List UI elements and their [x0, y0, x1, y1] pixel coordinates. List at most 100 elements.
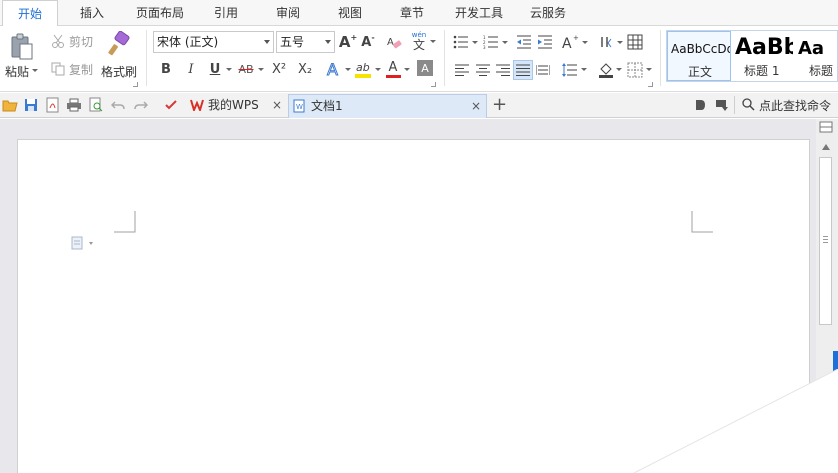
tab-references[interactable]: 引用 [198, 0, 254, 26]
distributed-button[interactable] [535, 62, 551, 78]
change-case-dropdown-icon[interactable] [582, 41, 588, 44]
tab-insert[interactable]: 插入 [64, 0, 120, 26]
redo-icon[interactable] [133, 97, 149, 113]
font-color-icon: A [388, 60, 398, 75]
highlight-dropdown-icon[interactable] [375, 68, 381, 71]
highlight-button[interactable]: ab [353, 58, 373, 80]
new-tab-button[interactable]: + [492, 93, 507, 117]
char-shading-button[interactable]: A [417, 60, 433, 76]
table-button[interactable] [626, 33, 644, 51]
style-heading[interactable]: Aa 标题 [795, 31, 837, 81]
tab-document-1[interactable]: W 文档1 × [288, 94, 487, 118]
text-effect-button[interactable]: A [324, 59, 344, 79]
undo-icon[interactable] [110, 97, 126, 113]
tab-developer[interactable]: 开发工具 [448, 0, 510, 26]
scrollbar-thumb[interactable] [819, 157, 832, 325]
pinyin-guide-button[interactable]: wén 文 [410, 29, 428, 53]
search-label: 点此查找命令 [759, 99, 832, 113]
cut-button[interactable]: 剪切 [69, 33, 93, 50]
open-folder-icon[interactable] [2, 97, 18, 113]
tab-my-wps[interactable]: 我的WPS × [186, 94, 286, 118]
paragraph-shading-button[interactable] [597, 60, 615, 80]
justify-button[interactable] [513, 60, 533, 80]
doc-pin-icon[interactable] [714, 97, 730, 113]
align-right-button[interactable] [495, 62, 511, 78]
pinyin-dropdown-icon[interactable] [430, 40, 436, 43]
customize-toolbar-icon[interactable] [163, 97, 179, 113]
tab-cloud-services[interactable]: 云服务 [520, 0, 576, 26]
numbering-button[interactable]: 123 [482, 34, 500, 50]
print-icon[interactable] [66, 97, 82, 113]
paragraph-mark-button[interactable] [598, 33, 616, 51]
clipboard-dialog-launcher[interactable] [133, 82, 138, 87]
align-center-button[interactable] [475, 62, 491, 78]
bold-button[interactable]: B [157, 59, 175, 79]
close-icon[interactable]: × [471, 95, 481, 117]
text-effect-dropdown-icon[interactable] [345, 68, 351, 71]
clear-format-button[interactable]: A [385, 32, 403, 52]
numbering-dropdown-icon[interactable] [502, 41, 508, 44]
font-family-select[interactable]: 宋体 (正文) [153, 31, 274, 53]
command-search[interactable]: 点此查找命令 [740, 93, 838, 117]
format-painter-icon[interactable] [106, 30, 132, 58]
underline-button[interactable]: U [206, 59, 224, 79]
copy-button[interactable]: 复制 [69, 61, 93, 78]
paste-button[interactable] [8, 32, 36, 62]
doc-helper-icon[interactable] [692, 97, 708, 113]
decrease-indent-button[interactable] [516, 34, 532, 50]
change-case-button[interactable]: A + [561, 32, 581, 52]
paste-label[interactable]: 粘贴 [5, 63, 29, 80]
italic-button[interactable]: I [182, 59, 200, 79]
font-color-button[interactable]: A [384, 58, 402, 80]
font-dialog-launcher[interactable] [431, 82, 436, 87]
bullets-button[interactable] [452, 34, 470, 50]
paragraph-dialog-launcher[interactable] [648, 82, 653, 87]
copy-icon[interactable] [50, 61, 66, 77]
line-spacing-button[interactable] [561, 62, 579, 78]
subscript-button[interactable]: X₂ [294, 59, 316, 79]
borders-dropdown-icon[interactable] [646, 68, 652, 71]
clear-format-icon: A [387, 37, 402, 49]
save-icon[interactable] [23, 97, 39, 113]
menu-bar: 开始 插入 页面布局 引用 审阅 视图 章节 开发工具 云服务 [0, 0, 838, 27]
format-painter-button[interactable]: 格式刷 [101, 63, 137, 80]
grow-font-button[interactable]: A + [339, 32, 357, 52]
tab-home[interactable]: 开始 [2, 0, 58, 27]
strikethrough-dropdown-icon[interactable] [258, 68, 264, 71]
line-spacing-icon [562, 63, 577, 77]
print-preview-icon[interactable] [88, 97, 104, 113]
scroll-up-icon[interactable] [819, 141, 833, 153]
style-normal[interactable]: AaBbCcDd 正文 [667, 31, 731, 81]
bullets-dropdown-icon[interactable] [472, 41, 478, 44]
bulleted-list-icon [453, 35, 468, 49]
strikethrough-button[interactable]: AB [235, 59, 257, 79]
font-color-dropdown-icon[interactable] [404, 68, 410, 71]
style-heading-1[interactable]: AaBb 标题 1 [733, 31, 793, 81]
close-icon[interactable]: × [272, 94, 282, 116]
increase-indent-button[interactable] [537, 34, 553, 50]
superscript-button[interactable]: X² [268, 59, 290, 79]
tab-bar: 我的WPS × W 文档1 × + 点此查找命令 [0, 93, 838, 118]
tab-view[interactable]: 视图 [322, 0, 378, 26]
split-view-icon[interactable] [819, 121, 833, 133]
align-left-icon [455, 64, 469, 76]
paragraph-mark-dropdown-icon[interactable] [617, 41, 623, 44]
tab-review[interactable]: 审阅 [260, 0, 316, 26]
tab-chapter[interactable]: 章节 [384, 0, 440, 26]
shrink-font-button[interactable]: A- [359, 32, 377, 52]
chevron-down-icon [325, 40, 331, 44]
cut-icon[interactable] [50, 33, 66, 49]
svg-text:3: 3 [483, 45, 486, 49]
tab-label: 文档1 [311, 99, 343, 113]
paragraph-layout-icon[interactable] [71, 236, 97, 250]
shading-dropdown-icon[interactable] [616, 68, 622, 71]
font-size-select[interactable]: 五号 [276, 31, 335, 53]
align-left-button[interactable] [454, 62, 470, 78]
underline-dropdown-icon[interactable] [226, 68, 232, 71]
export-pdf-icon[interactable] [45, 97, 61, 113]
paste-icon [11, 33, 33, 60]
line-spacing-dropdown-icon[interactable] [581, 68, 587, 71]
tab-page-layout[interactable]: 页面布局 [128, 0, 192, 26]
borders-button[interactable] [626, 61, 644, 79]
paste-dropdown-icon[interactable] [32, 69, 38, 72]
